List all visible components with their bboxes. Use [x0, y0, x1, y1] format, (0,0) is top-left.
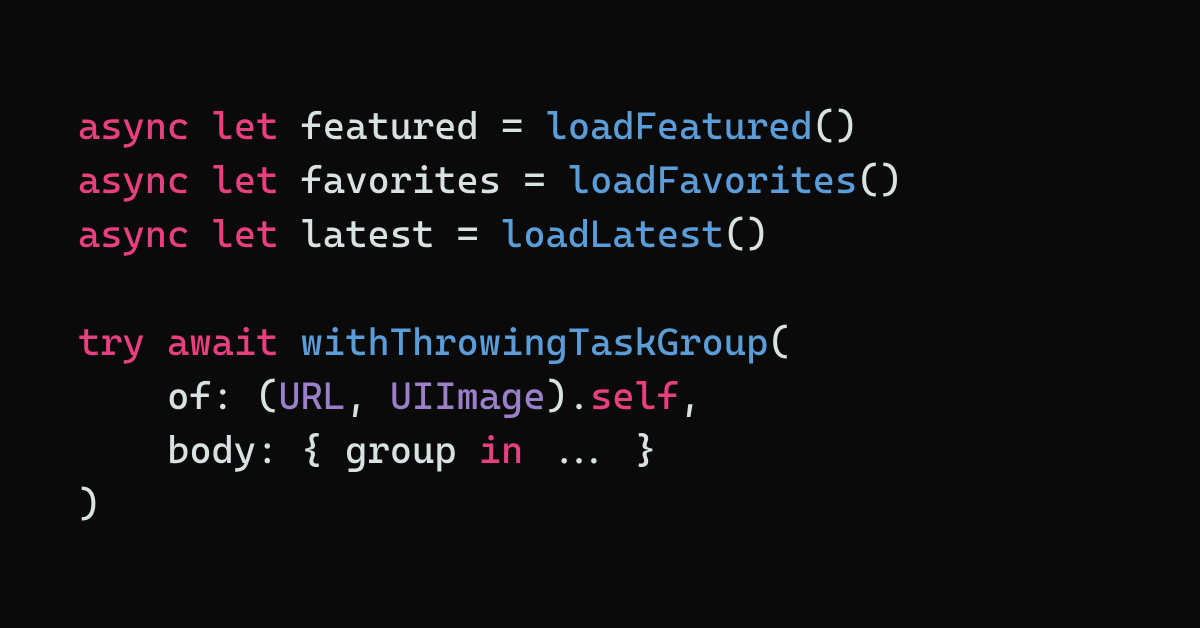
keyword-self: self [590, 374, 679, 418]
keyword-let: let [212, 104, 279, 148]
comma: , [345, 374, 390, 418]
identifier: featured [301, 104, 479, 148]
paren-close: ) [78, 482, 100, 526]
space [278, 428, 300, 472]
type-url: URL [278, 374, 345, 418]
type-uiimage: UIImage [390, 374, 546, 418]
keyword-await: await [167, 320, 278, 364]
indent [78, 428, 167, 472]
comma: , [679, 374, 701, 418]
function-call: loadFeatured [546, 104, 813, 148]
operator-equals: = [457, 212, 479, 256]
paren-open: ( [768, 320, 790, 364]
code-block: async let featured = loadFeatured() asyn… [78, 100, 1122, 532]
parentheses: () [724, 212, 769, 256]
arg-label: of: [167, 374, 234, 418]
keyword-async: async [78, 212, 189, 256]
parentheses: () [857, 158, 902, 202]
keyword-in: in [479, 428, 524, 472]
brace-close: } [635, 428, 657, 472]
identifier: favorites [301, 158, 501, 202]
closure-param: group [345, 428, 479, 472]
indent [78, 374, 167, 418]
paren-close-dot: ). [546, 374, 591, 418]
function-call: loadLatest [501, 212, 724, 256]
paren-open: ( [256, 374, 278, 418]
identifier: latest [301, 212, 435, 256]
function-call: loadFavorites [568, 158, 857, 202]
ellipsis: ... [523, 428, 634, 472]
keyword-try: try [78, 320, 145, 364]
space [234, 374, 256, 418]
brace-open: { [301, 428, 346, 472]
parentheses: () [813, 104, 858, 148]
arg-label: body: [167, 428, 278, 472]
keyword-let: let [212, 158, 279, 202]
function-call: withThrowingTaskGroup [301, 320, 769, 364]
operator-equals: = [501, 104, 523, 148]
keyword-let: let [212, 212, 279, 256]
keyword-async: async [78, 104, 189, 148]
operator-equals: = [523, 158, 545, 202]
keyword-async: async [78, 158, 189, 202]
